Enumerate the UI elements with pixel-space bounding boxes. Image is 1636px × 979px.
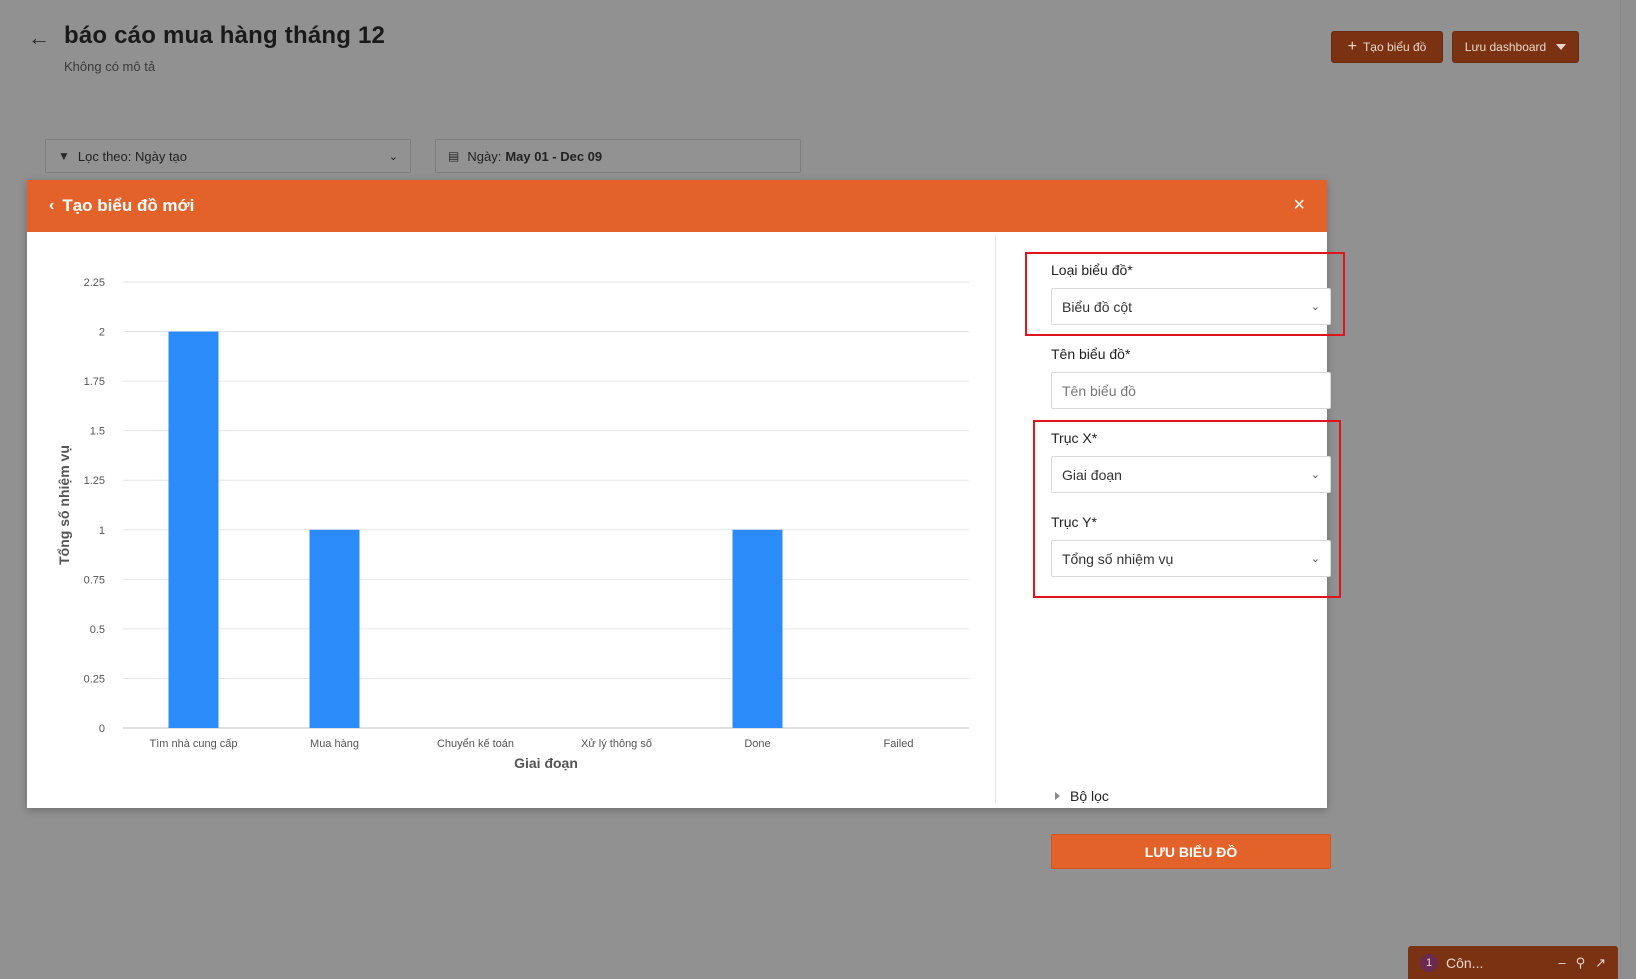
- chart-bar: [168, 331, 219, 728]
- chart-bar: [732, 529, 783, 728]
- filter-icon: ▼: [58, 149, 70, 163]
- create-chart-label: Tạo biểu đồ: [1362, 40, 1427, 54]
- x-tick-label: Mua hàng: [310, 738, 359, 750]
- y-tick-label: 2.25: [84, 277, 105, 289]
- save-dashboard-button[interactable]: Lưu dashboard: [1452, 31, 1579, 63]
- y-tick-label: 2: [99, 327, 105, 339]
- chart-type-select[interactable]: Biểu đồ cột ⌄: [1051, 288, 1331, 325]
- filter-by-select[interactable]: ▼ Lọc theo: Ngày tạo ⌄: [45, 139, 411, 173]
- save-chart-button[interactable]: LƯU BIỂU ĐỒ: [1051, 834, 1331, 869]
- chart-name-input[interactable]: [1051, 372, 1331, 409]
- modal-title: Tạo biểu đồ mới: [62, 196, 195, 215]
- chart-settings-panel: Loại biểu đồ* Biểu đồ cột ⌄ Tên biểu đồ*…: [1017, 232, 1345, 869]
- y-tick-label: 0.25: [84, 673, 105, 685]
- y-axis-title: Tổng số nhiệm vụ: [56, 445, 72, 565]
- filter-toggle-label: Bộ lọc: [1070, 788, 1109, 804]
- filter-by-label: Lọc theo: Ngày tạo: [77, 148, 188, 164]
- chart-type-value: Biểu đồ cột: [1062, 298, 1133, 315]
- chart-bar: [309, 529, 360, 728]
- bar-chart: 0 0.25 0.5 0.75 1 1.25 1.5 1.75 2 2.25 Tìm nhà cun…: [56, 277, 969, 771]
- x-tick-label: Failed: [884, 738, 914, 750]
- filter-toggle[interactable]: Bộ lọc: [1055, 788, 1109, 804]
- x-tick-label: Done: [744, 738, 770, 750]
- date-range-value: May 01 - Dec 09: [505, 148, 603, 164]
- y-tick-label: 0.5: [90, 624, 105, 636]
- save-dashboard-label: Lưu dashboard: [1464, 40, 1547, 54]
- date-range-picker[interactable]: ▤ Ngày: May 01 - Dec 09: [435, 139, 801, 173]
- plus-icon: +: [1347, 38, 1357, 55]
- y-tick-label: 1: [99, 525, 105, 537]
- x-axis-title: Giai đoạn: [514, 755, 578, 771]
- y-tick-label: 0: [99, 723, 105, 735]
- page-subtitle: Không có mô tả: [64, 59, 156, 74]
- panel-divider: [995, 235, 996, 803]
- chevron-down-icon: ⌄: [1310, 469, 1320, 481]
- page-scrollbar[interactable]: [1620, 0, 1636, 979]
- chevron-down-icon: ⌄: [1310, 301, 1320, 313]
- date-range-label: Ngày:: [467, 148, 502, 164]
- modal-back-chevron-icon[interactable]: ‹: [49, 197, 54, 215]
- y-tick-label: 0.75: [84, 574, 105, 586]
- x-axis-value: Giai đoạn: [1062, 466, 1122, 483]
- modal-header: ‹ Tạo biểu đồ mới ×: [27, 180, 1327, 232]
- x-axis-label: Trục X*: [1051, 430, 1098, 446]
- chevron-down-icon: ⌄: [1310, 553, 1320, 565]
- y-axis-value: Tổng số nhiệm vụ: [1062, 550, 1174, 567]
- x-tick-label: Chuyển kế toán: [437, 738, 514, 750]
- caret-right-icon: [1055, 792, 1060, 800]
- y-tick-label: 1.75: [84, 376, 105, 388]
- minimize-icon[interactable]: –: [1558, 955, 1565, 971]
- external-link-icon[interactable]: ↗: [1595, 955, 1606, 971]
- y-tick-label: 1.25: [84, 475, 105, 487]
- page-title: báo cáo mua hàng tháng 12: [64, 22, 386, 49]
- x-tick-label: Tìm nhà cung cấp: [149, 738, 237, 750]
- chevron-down-icon: ⌄: [388, 150, 398, 163]
- calendar-icon: ▤: [448, 149, 460, 163]
- close-icon[interactable]: ×: [1293, 194, 1305, 217]
- y-tick-label: 1.5: [90, 426, 105, 438]
- x-axis-select[interactable]: Giai đoạn ⌄: [1051, 456, 1331, 493]
- chat-badge: 1: [1420, 953, 1438, 972]
- chart-name-label: Tên biểu đồ*: [1051, 346, 1131, 362]
- chat-widget[interactable]: 1 Côn... – ⚲ ↗: [1408, 946, 1618, 979]
- x-tick-label: Xử lý thông số: [581, 738, 652, 750]
- create-chart-button[interactable]: + Tạo biểu đồ: [1331, 31, 1443, 63]
- back-arrow-icon[interactable]: ←: [28, 26, 52, 50]
- create-chart-modal: ‹ Tạo biểu đồ mới × 0 0.25 0.5 0.75 1 1.25 1.5…: [27, 180, 1345, 869]
- caret-down-icon: [1556, 44, 1567, 50]
- search-icon[interactable]: ⚲: [1576, 955, 1586, 971]
- y-axis-select[interactable]: Tổng số nhiệm vụ ⌄: [1051, 540, 1331, 577]
- y-axis-label: Trục Y*: [1051, 514, 1097, 530]
- chart-type-label: Loại biểu đồ*: [1051, 262, 1133, 278]
- chat-label: Côn...: [1446, 954, 1484, 971]
